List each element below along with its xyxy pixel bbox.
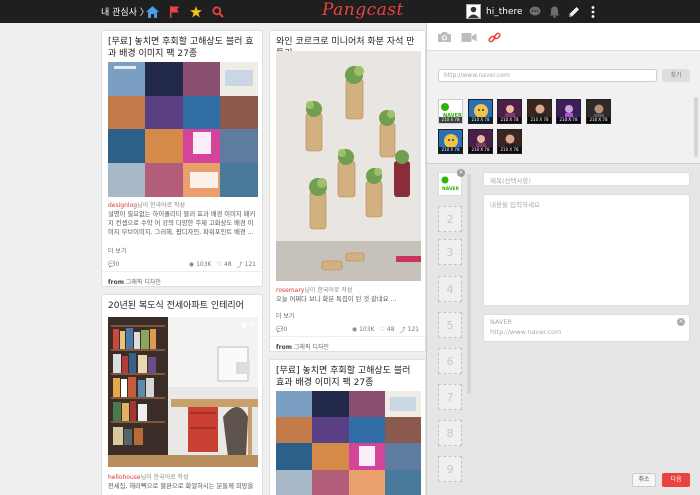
video-icon[interactable] (460, 29, 478, 45)
image-count-badge: ▣ 4 (240, 321, 254, 329)
thumbnail-portrait-1[interactable]: 210 X 78 (527, 99, 552, 124)
image-slot-6[interactable]: 6 (438, 348, 462, 374)
view-count: 103K (359, 326, 375, 333)
source-user[interactable]: designlog (108, 202, 137, 209)
media-tabs (427, 23, 700, 51)
link-preview-title: NAVER (490, 318, 512, 326)
home-icon[interactable] (144, 3, 161, 20)
thumbnail-naver[interactable]: NAVER 210 X 78 (438, 99, 463, 124)
image-slot-3[interactable]: 3 (438, 239, 462, 265)
find-url-button[interactable]: 찾기 (662, 69, 690, 82)
card-source: rosemary님이 한국어로 작성 (276, 287, 353, 294)
card-stats: 💬 0 ◉ 103K ♡ 48 ⤴ 121 (276, 325, 419, 334)
thumbnail-concert[interactable]: 210 X 78 (497, 99, 522, 124)
avatar (466, 4, 481, 19)
thumbnail-portrait-2[interactable]: 210 X 78 (586, 99, 611, 124)
share-icon[interactable]: ⤴ (400, 325, 406, 334)
comment-icon[interactable]: 💬 (276, 326, 283, 333)
star-icon[interactable] (187, 3, 204, 20)
my-interest-menu[interactable]: 내 관심사 〉 (101, 5, 149, 18)
feed-card-blur-pack-2[interactable]: [무료] 놓치면 후회할 고해상도 블러 효과 배경 이미지 팩 27종 (269, 359, 426, 495)
card-description: 전세집, 해라뼉으로 불완으로 화얼하시는 분들께 희망을 (108, 483, 254, 490)
card-source: designlog님이 한국어로 작성 (108, 202, 186, 209)
eye-icon: ◉ (188, 261, 195, 268)
comment-count: 0 (283, 326, 288, 333)
view-count: 103K (196, 261, 212, 268)
more-options-icon[interactable] (585, 4, 600, 19)
flag-icon[interactable] (166, 3, 183, 20)
card-category[interactable]: from 그래픽 디자인 (102, 271, 262, 288)
post-compose-area: NAVER × 2 3 4 5 6 7 8 9 제목(선택사항) 내용을 입력하… (427, 163, 700, 495)
link-preview[interactable]: NAVER http://www.naver.com × (483, 314, 690, 342)
heart-icon[interactable]: ♡ (217, 261, 222, 268)
share-count: 121 (407, 326, 419, 333)
username: hi_there (486, 6, 523, 17)
image-slot-2[interactable]: 2 (438, 206, 462, 232)
like-count: 48 (223, 261, 232, 268)
remove-link-icon[interactable]: × (677, 318, 685, 326)
svg-text:NAVER: NAVER (442, 186, 460, 192)
share-count: 121 (244, 261, 256, 268)
pangcast-logo[interactable]: Pangcast (322, 0, 404, 20)
camera-icon[interactable] (435, 29, 453, 45)
heart-icon[interactable]: ♡ (380, 326, 385, 333)
read-more-link[interactable]: 더 보기 (108, 246, 126, 255)
like-count: 48 (386, 326, 395, 333)
feed-card-blur-pack[interactable]: [무료] 놓치면 후회할 고해상도 블러 효과 배경 이미지 팩 27종 des… (101, 30, 263, 287)
thumbnail-character-2[interactable]: 210 X 78 (438, 129, 463, 154)
thumbnail-character[interactable]: 210 X 78 (468, 99, 493, 124)
card-title[interactable]: [무료] 놓치면 후회할 고해상도 블러 효과 배경 이미지 팩 27종 (276, 365, 419, 389)
card-category[interactable]: from 그래픽 디자인 (270, 336, 425, 353)
chat-icon[interactable] (527, 4, 542, 19)
thumbnail-concert-2[interactable]: 210 X 78 (468, 129, 493, 154)
cancel-button[interactable]: 취소 (632, 473, 656, 487)
link-preview-url: http://www.naver.com (490, 328, 562, 336)
top-bar: 내 관심사 〉 Pangcast hi_there (0, 0, 700, 23)
thumbnail-scrollbar[interactable] (694, 97, 698, 157)
card-image[interactable]: ▣ 4 (108, 317, 258, 467)
pencil-icon[interactable] (566, 4, 581, 19)
share-icon[interactable]: ⤴ (237, 260, 243, 269)
image-slot-9[interactable]: 9 (438, 456, 462, 482)
read-more-link[interactable]: 더 보기 (276, 311, 294, 320)
image-slot-5[interactable]: 5 (438, 312, 462, 338)
post-editor-panel: http://www.naver.com 찾기 NAVER 210 X 78 2… (426, 23, 700, 495)
card-image[interactable] (108, 62, 258, 197)
title-input[interactable]: 제목(선택사항) (483, 172, 690, 186)
gallery-icon: ▣ (240, 321, 248, 329)
card-description: 오늘 어쩌다 보니 화분 특집이 된 것 같네요 ... (276, 296, 397, 303)
thumbnail-stage[interactable]: 210 X 78 (556, 99, 581, 124)
eye-icon: ◉ (351, 326, 358, 333)
thumbnail-portrait-3[interactable]: 210 X 78 (497, 129, 522, 154)
remove-image-icon[interactable]: × (457, 169, 465, 177)
url-input[interactable]: http://www.naver.com (438, 69, 657, 82)
slot-scrollbar[interactable] (467, 174, 471, 394)
feed-card-interior[interactable]: 20년된 복도식 전세아파트 인테리어 ▣ 4 hellohouse님이 한국어… (101, 294, 263, 495)
user-profile[interactable]: hi_there (466, 4, 523, 19)
card-image[interactable] (276, 391, 421, 495)
next-button[interactable]: 다음 (662, 473, 690, 487)
image-slot-8[interactable]: 8 (438, 420, 462, 446)
image-slot-7[interactable]: 7 (438, 384, 462, 410)
card-title[interactable]: 20년된 복도식 전세아파트 인테리어 (108, 300, 256, 312)
source-user[interactable]: hellohouse (108, 474, 141, 481)
card-image[interactable] (276, 51, 421, 281)
card-stats: 💬 0 ◉ 103K ♡ 48 ⤴ 121 (108, 260, 256, 269)
search-icon[interactable] (209, 3, 226, 20)
card-source: hellohouse님이 한국어로 작성 (108, 474, 189, 481)
feed-card-cork-planter[interactable]: 와인 코르크로 미니어처 화분 자석 만들기 (269, 30, 426, 352)
comment-count: 0 (115, 261, 120, 268)
content-textarea[interactable]: 내용을 입력하세요 (483, 194, 690, 306)
comment-icon[interactable]: 💬 (108, 261, 115, 268)
source-user[interactable]: rosemary (276, 287, 304, 294)
bell-icon[interactable] (547, 4, 562, 19)
card-title[interactable]: [무료] 놓치면 후회할 고해상도 블러 효과 배경 이미지 팩 27종 (108, 36, 256, 60)
card-description: 설명이 필요없는 하이퀄리티 블러 효과 배경 이미지 패키지 컨셉으로 수학 … (108, 211, 256, 236)
image-slot-4[interactable]: 4 (438, 276, 462, 302)
selected-image-slot[interactable]: NAVER × (438, 169, 465, 196)
link-icon[interactable] (485, 29, 503, 45)
